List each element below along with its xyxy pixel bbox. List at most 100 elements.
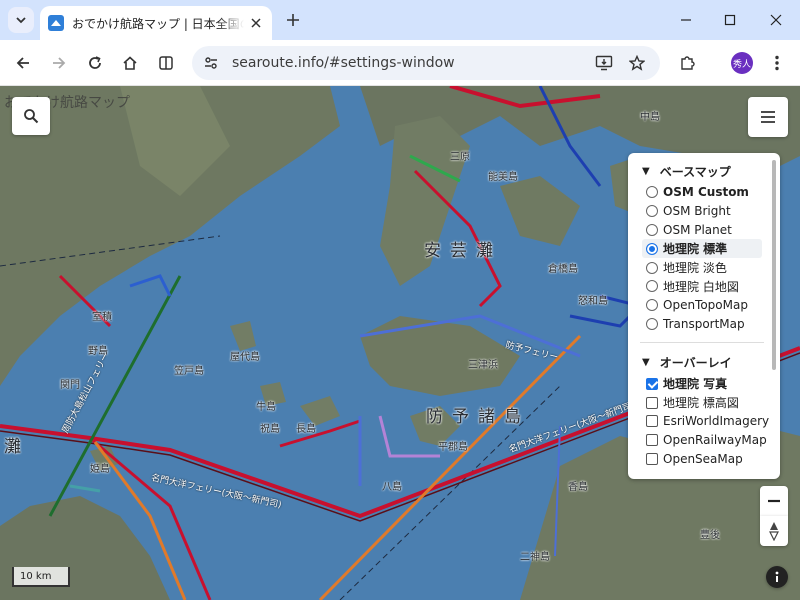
overlay-title: オーバーレイ — [659, 355, 732, 370]
label-mihara: 三原 — [450, 152, 470, 163]
active-tab[interactable]: おでかけ航路マップ | 日本全国の旅 — [40, 6, 272, 40]
basemap-option[interactable]: OSM Custom — [642, 183, 772, 202]
label-totsu: 豊後 — [700, 530, 720, 541]
basemap-option-label: 地理院 標準 — [663, 242, 728, 257]
compass-button[interactable] — [760, 516, 788, 546]
radio-button[interactable] — [646, 261, 658, 274]
overlay-option-label: 地理院 標高図 — [663, 396, 739, 411]
radio-button[interactable] — [646, 280, 658, 293]
basemap-option-label: 地理院 白地図 — [663, 279, 739, 294]
radio-button[interactable] — [646, 242, 658, 255]
overlay-option[interactable]: OpenSeaMap — [642, 450, 772, 469]
label-noumi: 能美島 — [488, 172, 518, 183]
tab-search-button[interactable] — [8, 7, 34, 33]
radio-button[interactable] — [646, 317, 658, 330]
label-mahimegaki: 姫島 — [90, 464, 110, 475]
info-button[interactable] — [766, 566, 788, 588]
menu-button[interactable] — [764, 50, 790, 76]
kebab-icon — [775, 55, 779, 71]
basemap-option-label: 地理院 淡色 — [663, 261, 727, 276]
install-app-button[interactable] — [591, 50, 617, 76]
section-divider — [640, 342, 764, 344]
home-button[interactable] — [117, 50, 143, 76]
checkbox[interactable] — [646, 434, 658, 447]
basemap-option-label: OSM Custom — [663, 185, 749, 200]
basemap-option[interactable]: OSM Planet — [642, 221, 772, 240]
forward-button[interactable] — [46, 50, 72, 76]
minimize-icon — [681, 19, 691, 21]
overlay-option[interactable]: OpenRailwayMap — [642, 431, 772, 450]
zoom-out-button[interactable] — [760, 486, 788, 516]
basemap-option[interactable]: OpenTopoMap — [642, 296, 772, 315]
checkbox[interactable] — [646, 452, 658, 465]
basemap-option[interactable]: TransportMap — [642, 315, 772, 334]
overlay-list: 地理院 写真地理院 標高図 EsriWorldImagery OpenRailway… — [642, 374, 772, 468]
basemap-option[interactable]: 地理院 淡色 — [642, 258, 772, 277]
label-nuwa: 怒和島 — [578, 296, 608, 307]
radio-button[interactable] — [646, 186, 658, 199]
basemap-option-label: OSM Planet — [663, 222, 732, 237]
basemap-section-header[interactable]: ▼ ベースマップ — [642, 161, 772, 181]
map-menu-button[interactable] — [748, 97, 788, 137]
profile-avatar[interactable]: 秀人 — [731, 52, 753, 74]
basemap-option[interactable]: OSM Bright — [642, 202, 772, 221]
basemap-title: ベースマップ — [659, 164, 731, 179]
label-kasashima: 香島 — [568, 482, 588, 493]
home-icon — [123, 56, 137, 70]
split-view-button[interactable] — [153, 50, 179, 76]
basemap-option[interactable]: 地理院 標準 — [642, 239, 762, 259]
checkbox[interactable] — [646, 415, 658, 428]
map-search-button[interactable] — [12, 97, 50, 135]
close-window-button[interactable] — [764, 8, 788, 32]
hamburger-icon — [761, 111, 775, 123]
reload-button[interactable] — [82, 50, 108, 76]
scale-bar: 10 km — [12, 567, 70, 587]
overlay-option-label: EsriWorldImagery — [663, 414, 770, 429]
label-yashima: 八島 — [382, 482, 402, 493]
overlay-option[interactable]: 地理院 写真 — [642, 374, 772, 393]
label-kanmon: 関門 — [60, 380, 80, 391]
forward-icon — [53, 57, 66, 69]
radio-button[interactable] — [646, 299, 658, 312]
label-nagashima: 長島 — [296, 424, 316, 435]
site-info-icon — [205, 57, 217, 69]
radio-button[interactable] — [646, 205, 658, 218]
address-bar[interactable]: searoute.info/#settings-window — [192, 46, 660, 80]
overlay-option[interactable]: EsriWorldImagery — [642, 412, 772, 431]
checkbox[interactable] — [646, 396, 658, 409]
extensions-button[interactable] — [674, 50, 700, 76]
label-sanjima: 三津浜 — [468, 360, 498, 371]
bookmark-button[interactable] — [624, 50, 650, 76]
radio-button[interactable] — [646, 223, 658, 236]
basemap-option-label: OSM Bright — [663, 204, 731, 219]
checkbox[interactable] — [646, 377, 658, 390]
close-icon — [251, 18, 261, 28]
label-ushijima: 牛島 — [256, 402, 276, 413]
maximize-button[interactable] — [718, 8, 742, 32]
basemap-option[interactable]: 地理院 白地図 — [642, 277, 772, 296]
minus-icon — [768, 499, 780, 503]
new-tab-button[interactable] — [282, 9, 304, 31]
label-hojima: 祝島 — [260, 424, 280, 435]
star-icon — [629, 55, 645, 71]
favicon-icon — [48, 15, 64, 31]
label-nada: 灘 — [4, 437, 30, 457]
settings-scroll-area[interactable]: ▼ ベースマップ OSM Custom OSM Bright OSM Planet 地… — [628, 153, 772, 479]
basemap-option-label: TransportMap — [663, 316, 745, 331]
browser-toolbar: searoute.info/#settings-window 秀人 — [0, 40, 800, 86]
site-info-button[interactable] — [198, 50, 224, 76]
url-text: searoute.info/#settings-window — [232, 55, 455, 71]
close-tab-button[interactable] — [248, 15, 264, 31]
settings-panel: ▼ ベースマップ OSM Custom OSM Bright OSM Planet 地… — [628, 153, 780, 479]
back-button[interactable] — [10, 50, 36, 76]
tab-title: おでかけ航路マップ | 日本全国の旅 — [72, 16, 244, 31]
overlay-section-header[interactable]: ▼ オーバーレイ — [642, 352, 772, 372]
overlay-option[interactable]: 地理院 標高図 — [642, 393, 772, 412]
panel-scrollbar[interactable] — [772, 160, 776, 370]
label-kurahashi: 倉橋島 — [548, 264, 578, 275]
label-futagami: 二神島 — [520, 552, 550, 563]
minimize-button[interactable] — [674, 8, 698, 32]
plus-icon — [287, 14, 299, 26]
close-window-icon — [770, 14, 782, 26]
label-nakajima: 中島 — [640, 112, 660, 123]
